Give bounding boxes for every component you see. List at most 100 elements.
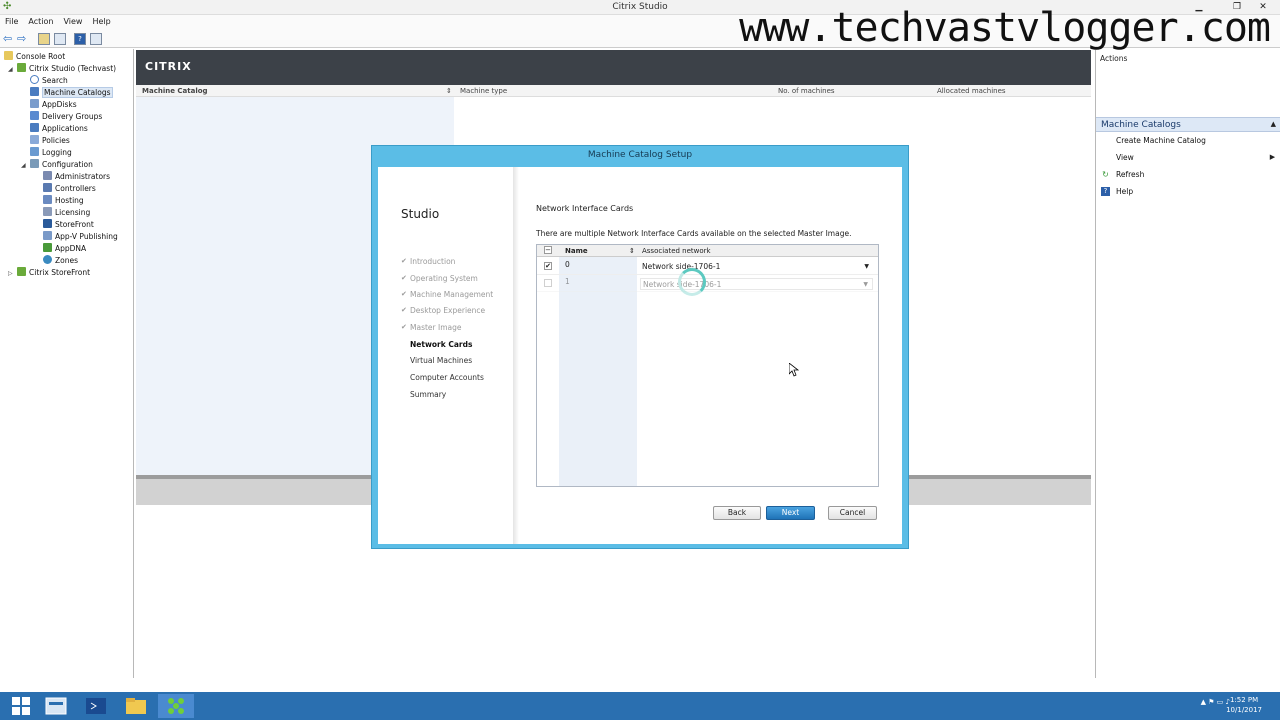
up-folder-icon[interactable]: [38, 33, 50, 45]
clock[interactable]: 1:52 PM 10/1/2017: [1226, 695, 1262, 715]
col-no-of-machines[interactable]: No. of machines: [778, 87, 835, 95]
tree-item-configuration[interactable]: Configuration: [30, 159, 93, 171]
licensing-icon: [43, 207, 52, 216]
actions-header: Actions: [1100, 54, 1128, 63]
checkmark-icon: ✔: [401, 257, 407, 265]
network-dropdown[interactable]: Network side-1706-1 ▼: [640, 261, 873, 273]
citrix-studio-taskbar-icon[interactable]: [158, 694, 194, 718]
show-hide-tree-icon[interactable]: [54, 33, 66, 45]
nic-row[interactable]: ✔ 0 Network side-1706-1 ▼: [537, 258, 878, 275]
sort-icon: ⇕: [446, 87, 452, 95]
back-arrow-icon[interactable]: ⇦: [3, 32, 12, 45]
nic-name: 0: [565, 260, 570, 269]
collapse-arrow-icon[interactable]: ◢: [8, 66, 13, 73]
checkmark-icon: ✔: [401, 323, 407, 331]
tree-item-appv-publishing[interactable]: App-V Publishing: [43, 231, 118, 243]
tree-item-administrators[interactable]: Administrators: [43, 171, 110, 183]
step-introduction[interactable]: ✔ Introduction: [401, 257, 455, 266]
step-operating-system[interactable]: ✔ Operating System: [401, 274, 478, 283]
collapse-up-icon[interactable]: ▲: [1271, 120, 1276, 128]
nic-checkbox-unchecked[interactable]: [544, 279, 552, 287]
tree-citrix-studio[interactable]: Citrix Studio (Techvast): [17, 63, 116, 75]
machine-catalog-setup-dialog: Machine Catalog Setup Studio ✔ Introducti…: [371, 145, 909, 549]
nic-name: 1: [565, 277, 570, 286]
tree-item-policies[interactable]: Policies: [30, 135, 70, 147]
tree-item-hosting[interactable]: Hosting: [43, 195, 84, 207]
menu-view[interactable]: View: [58, 15, 87, 28]
tree-item-search[interactable]: Search: [30, 75, 68, 87]
tree-item-controllers[interactable]: Controllers: [43, 183, 96, 195]
powershell-icon[interactable]: [78, 694, 114, 718]
network-dropdown[interactable]: Network side-1706-1 ▼: [640, 278, 873, 290]
windows-start-icon[interactable]: [3, 694, 39, 718]
loading-spinner-icon: [678, 268, 706, 296]
zones-icon: [43, 255, 52, 264]
back-button[interactable]: Back: [713, 506, 761, 520]
dropdown-arrow-icon: ▼: [863, 281, 868, 288]
checkmark-icon: ✔: [401, 306, 407, 314]
step-network-cards[interactable]: Network Cards: [410, 340, 472, 349]
citrix-header: CITRIX: [136, 50, 1091, 85]
storefront-icon: [43, 219, 52, 228]
action-refresh[interactable]: Refresh: [1116, 170, 1144, 179]
nic-row[interactable]: 1 Network side-1706-1 ▼: [537, 275, 878, 292]
forward-arrow-icon[interactable]: ⇨: [17, 32, 26, 45]
expand-arrow-icon[interactable]: ▷: [8, 270, 13, 277]
console-tree: Console Root ◢ Citrix Studio (Techvast) …: [0, 49, 134, 678]
tree-item-zones[interactable]: Zones: [43, 255, 78, 267]
help-icon[interactable]: ?: [74, 33, 86, 45]
next-button[interactable]: Next: [766, 506, 815, 520]
nic-checkbox-checked[interactable]: ✔: [544, 262, 552, 270]
file-explorer-icon[interactable]: [118, 694, 154, 718]
step-summary: Summary: [410, 390, 447, 399]
hosting-icon: [43, 195, 52, 204]
action-help[interactable]: Help: [1116, 187, 1133, 196]
tree-citrix-storefront[interactable]: Citrix StoreFront: [17, 267, 90, 279]
wizard-nav: Studio ✔ Introduction ✔ Operating System ✔…: [378, 167, 513, 544]
section-description: There are multiple Network Interface Car…: [536, 229, 852, 238]
taskbar: ▲ ⚑ ▭ ♪ 1:52 PM 10/1/2017: [0, 692, 1280, 720]
actions-pane: Actions Machine Catalogs ▲ Create Machin…: [1095, 50, 1280, 678]
actions-section-machine-catalogs[interactable]: Machine Catalogs ▲: [1096, 117, 1280, 132]
menu-help[interactable]: Help: [87, 15, 115, 28]
appdna-icon: [43, 243, 52, 252]
tree-item-appdisks[interactable]: AppDisks: [30, 99, 77, 111]
tree-item-licensing[interactable]: Licensing: [43, 207, 90, 219]
tree-console-root[interactable]: Console Root: [4, 51, 65, 63]
grid-col-name[interactable]: Name: [565, 247, 588, 255]
folder-icon: [4, 51, 13, 60]
grid-col-associated-network[interactable]: Associated network: [642, 247, 711, 255]
show-hide-action-pane-icon[interactable]: [90, 33, 102, 45]
tree-item-delivery-groups[interactable]: Delivery Groups: [30, 111, 102, 123]
action-create-machine-catalog[interactable]: Create Machine Catalog: [1116, 136, 1206, 145]
tree-item-storefront[interactable]: StoreFront: [43, 219, 94, 231]
submenu-arrow-icon: ▶: [1269, 153, 1276, 161]
administrators-icon: [43, 171, 52, 180]
step-machine-management[interactable]: ✔ Machine Management: [401, 290, 493, 299]
catalog-column-header: Machine Catalog ⇕ Machine type No. of ma…: [136, 85, 1091, 97]
dialog-title: Machine Catalog Setup: [587, 150, 693, 160]
tree-item-logging[interactable]: Logging: [30, 147, 72, 159]
step-master-image[interactable]: ✔ Master Image: [401, 323, 462, 332]
action-view[interactable]: View: [1116, 153, 1134, 162]
collapse-arrow-icon[interactable]: ◢: [21, 162, 26, 169]
tree-item-applications[interactable]: Applications: [30, 123, 88, 135]
configuration-icon: [30, 159, 39, 168]
col-allocated-machines[interactable]: Allocated machines: [937, 87, 1006, 95]
watermark: www.techvastvlogger.com: [739, 5, 1271, 51]
tree-item-appdna[interactable]: AppDNA: [43, 243, 86, 255]
menu-action[interactable]: Action: [23, 15, 58, 28]
select-all-checkbox[interactable]: −: [544, 246, 552, 254]
refresh-icon: ↻: [1102, 170, 1109, 179]
menu-file[interactable]: File: [0, 15, 23, 28]
server-manager-icon[interactable]: [38, 694, 74, 718]
citrix-storefront-icon: [17, 267, 26, 276]
tree-item-machine-catalogs[interactable]: Machine Catalogs: [30, 87, 113, 99]
nav-separator: [513, 167, 519, 544]
cancel-button[interactable]: Cancel: [828, 506, 877, 520]
col-machine-catalog[interactable]: Machine Catalog: [142, 87, 208, 95]
step-desktop-experience[interactable]: ✔ Desktop Experience: [401, 306, 485, 315]
col-machine-type[interactable]: Machine type: [460, 87, 507, 95]
citrix-logo: CITRIX: [145, 60, 192, 73]
help-icon: ?: [1101, 187, 1110, 196]
